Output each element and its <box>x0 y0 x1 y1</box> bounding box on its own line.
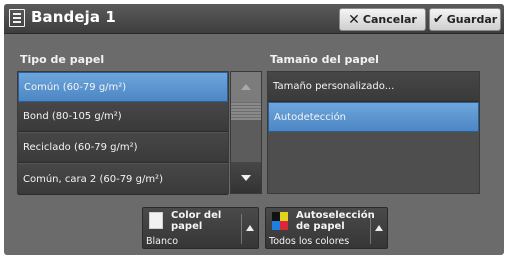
save-label: Guardar <box>446 13 498 26</box>
auto-paper-select-label: Autoselección de papel <box>296 210 375 232</box>
paper-color-value: Blanco <box>146 236 179 247</box>
header-bar: Bandeja 1 ✕ Cancelar ✔ Guardar <box>4 4 504 34</box>
arrow-up-icon <box>241 84 251 90</box>
multicolor-paper-icon <box>272 212 289 232</box>
divider <box>241 214 242 244</box>
cancel-label: Cancelar <box>362 13 417 26</box>
arrow-up-icon <box>375 225 383 231</box>
checkmark-icon: ✔ <box>432 12 444 27</box>
paper-size-item[interactable]: Tamaño personalizado... <box>268 72 479 102</box>
paper-size-list: Tamaño personalizado... Autodetección <box>267 71 480 194</box>
arrow-down-icon <box>241 174 251 181</box>
tray-settings-screen: Bandeja 1 ✕ Cancelar ✔ Guardar Tipo de p… <box>4 4 504 255</box>
paper-type-item[interactable]: Común (60-79 g/m²) <box>18 72 228 102</box>
paper-color-button[interactable]: Color del papel Blanco <box>142 207 259 249</box>
menu-icon <box>9 9 25 27</box>
scroll-thumb[interactable] <box>231 102 261 120</box>
page-title: Bandeja 1 <box>31 8 116 26</box>
save-button[interactable]: ✔ Guardar <box>429 8 501 31</box>
scroll-down-button[interactable] <box>231 162 261 193</box>
paper-color-label: Color del papel <box>171 210 222 232</box>
paper-color-swatch-icon <box>149 212 163 229</box>
paper-type-scrollbar[interactable] <box>230 71 262 194</box>
divider <box>370 214 371 244</box>
cancel-button[interactable]: ✕ Cancelar <box>339 8 426 31</box>
close-icon: ✕ <box>348 11 360 28</box>
paper-type-heading: Tipo de papel <box>20 53 105 66</box>
paper-type-item[interactable]: Bond (80-105 g/m²) <box>18 102 228 132</box>
paper-type-item[interactable]: Reciclado (60-79 g/m²) <box>18 133 228 163</box>
paper-size-item[interactable]: Autodetección <box>268 102 479 132</box>
auto-paper-select-button[interactable]: Autoselección de papel Todos los colores <box>265 207 388 249</box>
scroll-up-button[interactable] <box>231 72 261 102</box>
arrow-up-icon <box>246 225 254 231</box>
auto-paper-select-value: Todos los colores <box>269 236 350 247</box>
paper-size-heading: Tamaño del papel <box>270 53 379 66</box>
paper-type-item[interactable]: Común, cara 2 (60-79 g/m²) <box>18 164 228 195</box>
paper-type-list: Común (60-79 g/m²) Bond (80-105 g/m²) Re… <box>17 71 229 195</box>
